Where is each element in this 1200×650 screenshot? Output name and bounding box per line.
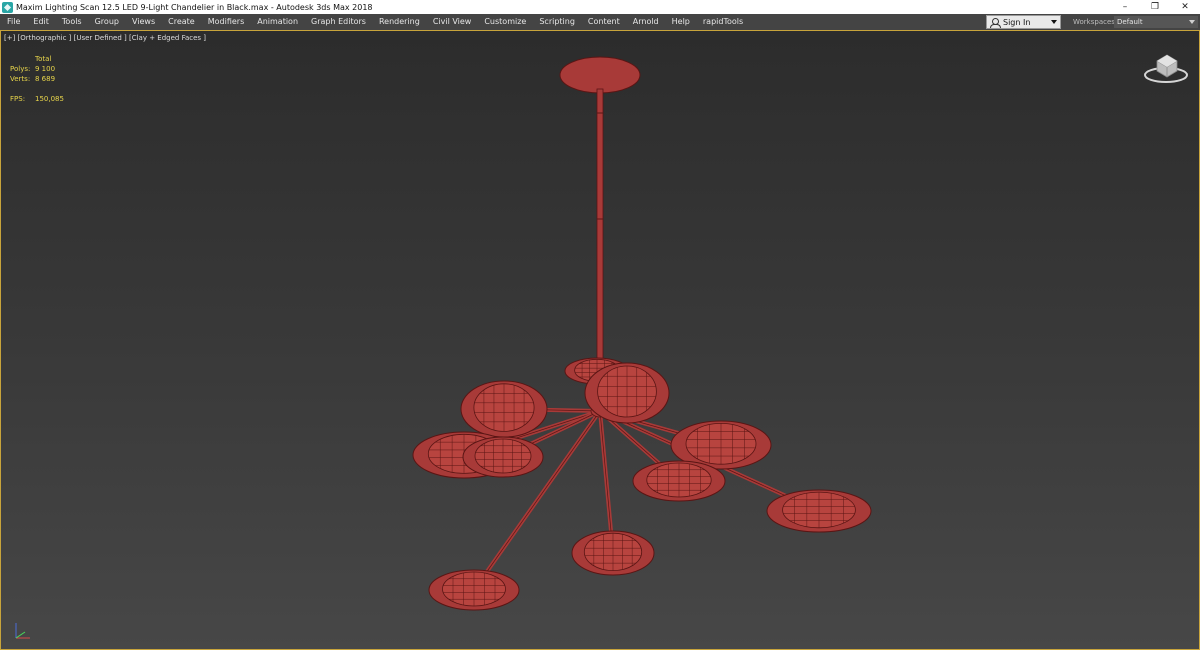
light-shade (632, 460, 726, 502)
light-shade (462, 436, 544, 478)
canopy-plate (559, 56, 641, 94)
window-title: Maxim Lighting Scan 12.5 LED 9-Light Cha… (16, 2, 373, 12)
menu-edit[interactable]: Edit (26, 14, 55, 30)
workspaces-select[interactable]: Default (1114, 16, 1198, 28)
window-controls: – ❐ ✕ (1110, 0, 1200, 14)
sign-in-dropdown[interactable]: Sign In (986, 15, 1061, 29)
menu-modifiers[interactable]: Modifiers (201, 14, 251, 30)
menu-graph-editors[interactable]: Graph Editors (304, 14, 372, 30)
menu-tools[interactable]: Tools (55, 14, 88, 30)
menu-views[interactable]: Views (125, 14, 161, 30)
menu-rapidtools[interactable]: rapidTools (696, 14, 749, 30)
light-shade (766, 489, 872, 533)
menu-arnold[interactable]: Arnold (626, 14, 665, 30)
close-button[interactable]: ✕ (1170, 0, 1200, 14)
chevron-down-icon (1051, 20, 1057, 24)
title-bar: Maxim Lighting Scan 12.5 LED 9-Light Cha… (0, 0, 1200, 14)
restore-button[interactable]: ❐ (1140, 0, 1170, 14)
menu-group[interactable]: Group (88, 14, 125, 30)
3dsmax-logo-icon (2, 1, 13, 13)
light-shade (428, 569, 520, 611)
menu-scripting[interactable]: Scripting (532, 14, 581, 30)
chandelier-model[interactable] (1, 31, 1199, 649)
light-shade (460, 380, 548, 438)
menu-civil-view[interactable]: Civil View (426, 14, 478, 30)
minimize-button[interactable]: – (1110, 0, 1140, 14)
menu-animation[interactable]: Animation (250, 14, 304, 30)
user-icon (990, 17, 1001, 28)
workspaces-value: Default (1117, 18, 1143, 26)
light-shade (584, 362, 670, 424)
menu-rendering[interactable]: Rendering (372, 14, 426, 30)
menu-bar: File Edit Tools Group Views Create Modif… (0, 14, 1200, 30)
perspective-viewport[interactable]: [+] [Orthographic ] [User Defined ] [Cla… (0, 30, 1200, 650)
sign-in-label: Sign In (1003, 17, 1031, 27)
menu-help[interactable]: Help (665, 14, 696, 30)
ceiling-canopy (559, 56, 641, 410)
workspaces-label: Workspaces: (1073, 18, 1118, 26)
menu-content[interactable]: Content (581, 14, 626, 30)
light-shades (412, 357, 872, 611)
menu-create[interactable]: Create (161, 14, 201, 30)
menu-customize[interactable]: Customize (477, 14, 532, 30)
chevron-down-icon (1189, 20, 1195, 24)
axis-tripod-icon (15, 623, 30, 639)
viewcube-icon[interactable] (1141, 49, 1191, 89)
app-window: Maxim Lighting Scan 12.5 LED 9-Light Cha… (0, 0, 1200, 650)
light-shade (571, 530, 655, 576)
menu-file[interactable]: File (0, 14, 26, 30)
